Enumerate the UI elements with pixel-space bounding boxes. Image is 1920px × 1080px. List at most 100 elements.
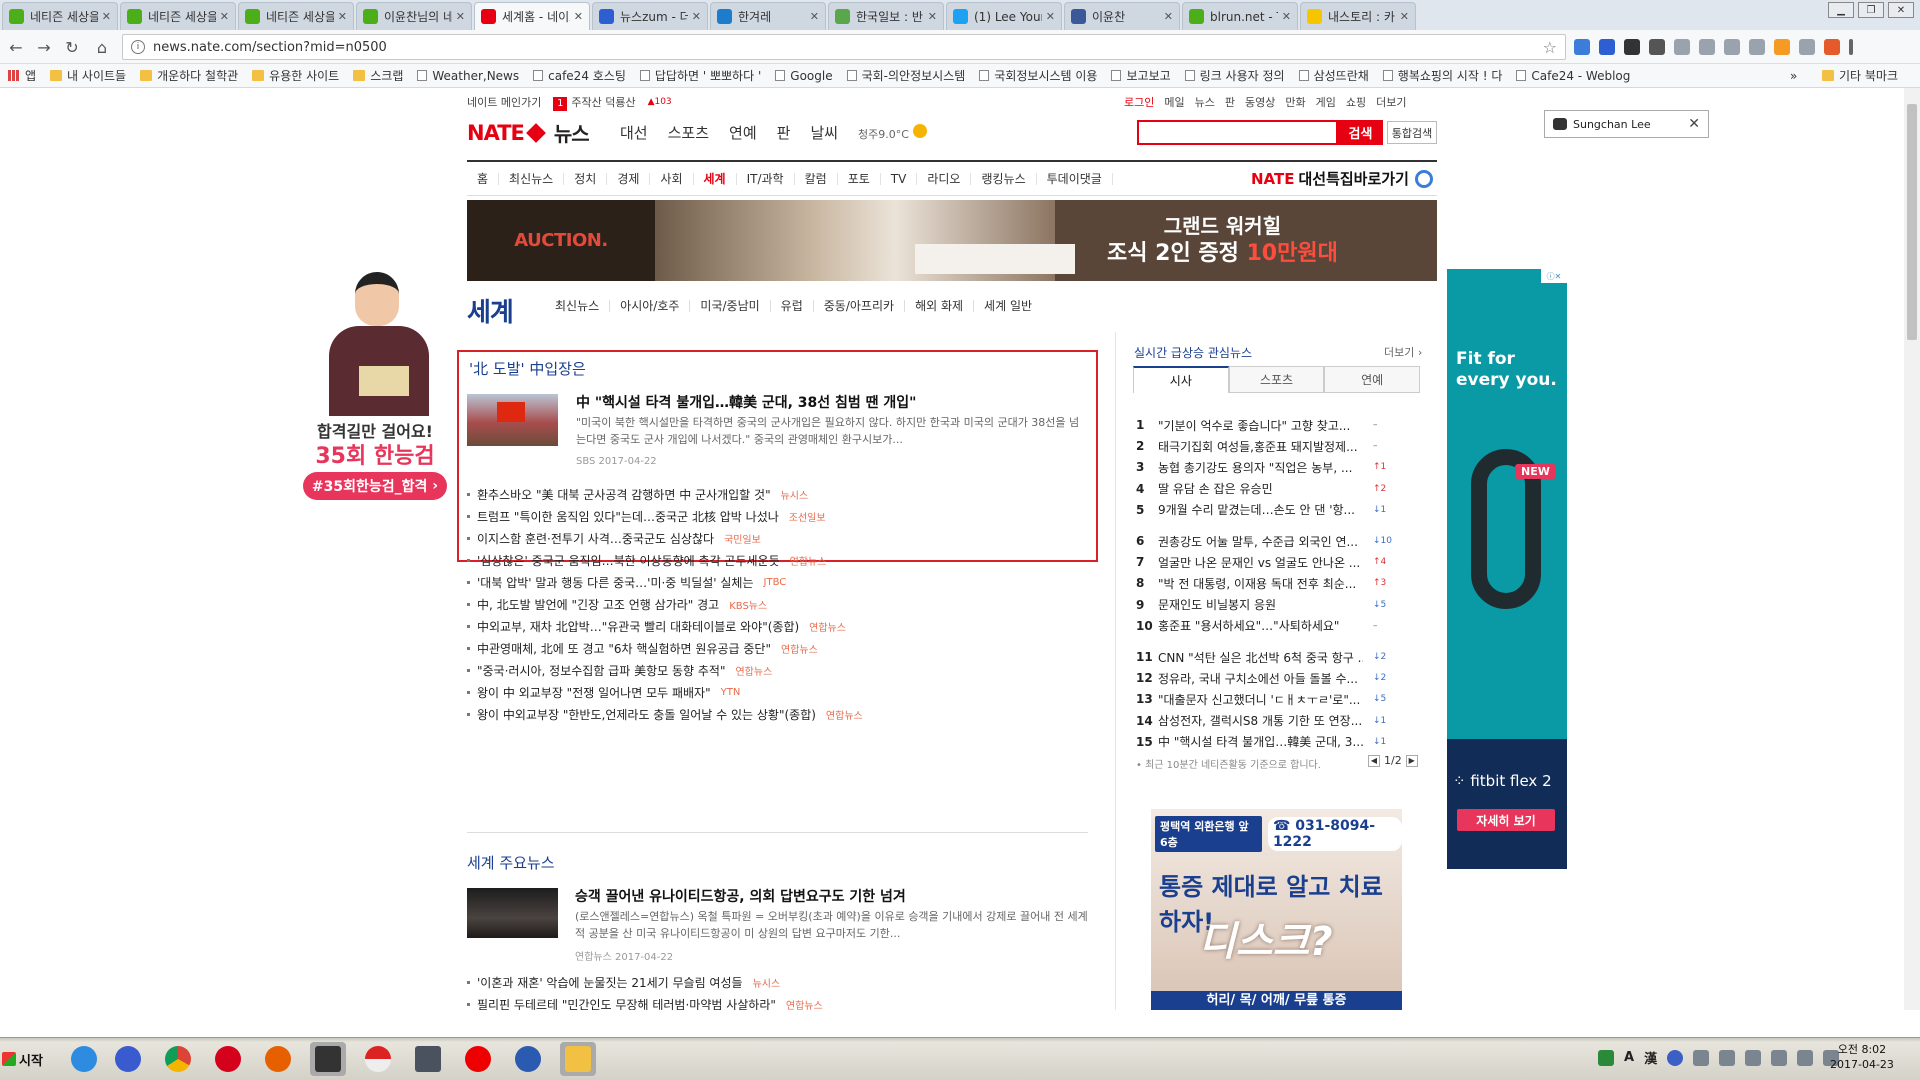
close-icon[interactable]: ✕	[1164, 10, 1173, 23]
mainnav-item[interactable]: TV	[881, 172, 918, 185]
mainnav-item[interactable]: 사회	[650, 172, 694, 185]
service-link[interactable]: 쇼핑	[1346, 94, 1366, 110]
realtime-item[interactable]: 5 9개월 수리 맡겼는데…손도 안 댄 '항... ↓1	[1136, 500, 1420, 520]
extension-icon[interactable]	[1699, 39, 1715, 55]
bookmark-item[interactable]: 국회정보시스템 이용	[979, 67, 1097, 84]
nate-news-logo[interactable]: NATE 뉴스	[467, 118, 590, 147]
mainnav-item[interactable]: 라디오	[917, 172, 972, 185]
rank-title[interactable]: "박 전 대통령, 이재용 독대 전후 최순...	[1158, 575, 1363, 592]
nate-main-link[interactable]: 네이트 메인가기	[467, 94, 541, 110]
browser-tab[interactable]: 네티즌 세상을 ✕	[2, 2, 118, 30]
subnav-item[interactable]: 중동/아프리카	[814, 300, 906, 312]
mainnav-item[interactable]: 홈	[467, 172, 500, 185]
realtime-item[interactable]: 13 "대출문자 신고했더니 'ㄷㅐㅊㅜㄹ'로"... ↓5	[1136, 689, 1420, 709]
browser-tab[interactable]: 네티즌 세상을 ✕	[238, 2, 354, 30]
rank-title[interactable]: 문재인도 비닐봉지 응원	[1158, 596, 1363, 613]
news-title[interactable]: 트럼프 "특이한 움직임 있다"는데…중국군 北核 압박 나섰나	[477, 508, 779, 525]
search-input[interactable]	[1137, 120, 1338, 145]
realtime-tab[interactable]: 스포츠	[1228, 366, 1325, 393]
bookmark-item[interactable]: 보고보고	[1111, 67, 1171, 84]
rank-title[interactable]: CNN "석탄 실은 北선박 6척 중국 항구 ...	[1158, 649, 1363, 666]
record-icon[interactable]	[460, 1042, 496, 1076]
weather-info[interactable]: 청주9.0°C	[858, 123, 927, 142]
news-item[interactable]: 트럼프 "특이한 움직임 있다"는데…중국군 北核 압박 나섰나 조선일보	[467, 506, 826, 526]
subnav-item[interactable]: 유럽	[771, 300, 814, 312]
rank-title[interactable]: 농협 총기강도 용의자 "직업은 농부, ...	[1158, 459, 1363, 476]
election-special-link[interactable]: NATE 대선특집바로가기	[1251, 168, 1433, 189]
news-item[interactable]: '이혼과 재혼' 악습에 눈물짓는 21세기 무슬림 여성들 뉴시스	[467, 972, 780, 992]
subnav-item[interactable]: 해외 화제	[905, 300, 975, 312]
close-icon[interactable]: ✕	[220, 10, 229, 23]
close-icon[interactable]: ✕	[1046, 10, 1055, 23]
login-link[interactable]: 로그인	[1124, 94, 1154, 110]
start-button[interactable]: 시작	[2, 1044, 50, 1074]
system-clock[interactable]: 오전 8:02 2017-04-23	[1830, 1042, 1894, 1072]
extension-icon[interactable]	[1624, 39, 1640, 55]
extension-icon[interactable]	[1749, 39, 1765, 55]
disk-icon[interactable]	[410, 1042, 446, 1076]
browser-tab[interactable]: 뉴스zum - 더 ✕	[592, 2, 708, 30]
realtime-item[interactable]: 11 CNN "석탄 실은 北선박 6척 중국 항구 ... ↓2	[1136, 647, 1420, 667]
mainnav-item[interactable]: 세계	[694, 172, 737, 185]
bookmark-item[interactable]: 국회-의안정보시스템	[846, 67, 965, 84]
news-title[interactable]: 이지스함 훈련·전투기 사격…중국군도 심상찮다	[477, 530, 714, 547]
rank-title[interactable]: 9개월 수리 맡겼는데…손도 안 댄 '항...	[1158, 501, 1363, 518]
extension-icon[interactable]	[1774, 39, 1790, 55]
bookmarks-more-icon[interactable]: »	[1790, 69, 1797, 83]
chrome-icon[interactable]	[160, 1042, 196, 1076]
network-icon[interactable]	[1797, 1049, 1814, 1066]
realtime-item[interactable]: 15 中 "핵시설 타격 불개입…韓美 군대, 3... ↓1	[1136, 732, 1420, 752]
pokeball-icon[interactable]	[360, 1042, 396, 1076]
close-icon[interactable]: ✕	[456, 10, 465, 23]
realtime-item[interactable]: 12 정유라, 국내 구치소에선 아들 돌볼 수... ↓2	[1136, 668, 1420, 688]
tray-icon[interactable]	[1745, 1049, 1762, 1066]
rank-title[interactable]: "기분이 억수로 좋습니다" 고향 찾고...	[1158, 417, 1363, 434]
realtime-item[interactable]: 2 태극기집회 여성들,홍준표 돼지발정제... –	[1136, 436, 1420, 456]
news-item[interactable]: 中외교부, 재차 北압박…"유관국 빨리 대화테이블로 와야"(종합) 연합뉴스	[467, 616, 846, 636]
section2-title[interactable]: 세계 주요뉴스	[467, 852, 555, 873]
rank-title[interactable]: "대출문자 신고했더니 'ㄷㅐㅊㅜㄹ'로"...	[1158, 691, 1363, 708]
realtime-item[interactable]: 14 삼성전자, 갤럭시S8 개통 기한 또 연장... ↓1	[1136, 711, 1420, 731]
info-icon[interactable]: i	[131, 40, 145, 54]
close-icon[interactable]: ✕	[1688, 116, 1700, 132]
featured2-headline[interactable]: 승객 끌어낸 유나이티드항공, 의회 답변요구도 기한 넘겨	[575, 886, 906, 906]
bookmark-item[interactable]: 답답하면 ' 뽀뽀하다 '	[639, 67, 761, 84]
bookmark-item[interactable]: cafe24 호스팅	[533, 67, 626, 84]
gnb-item[interactable]: 연예	[729, 122, 757, 143]
news-item[interactable]: '대북 압박' 말과 행동 다른 중국…'미·중 빅딜설' 실체는 JTBC	[467, 572, 786, 592]
scrollbar[interactable]	[1904, 88, 1920, 1010]
news-title[interactable]: "중국·러시아, 정보수집함 급파 美항모 동향 추적"	[477, 662, 725, 679]
bookmark-item[interactable]: 링크 사용자 정의	[1184, 67, 1285, 84]
gnb-item[interactable]: 스포츠	[668, 122, 709, 143]
news-title[interactable]: 왕이 中 외교부장 "전쟁 일어나면 모두 패배자"	[477, 684, 711, 701]
news-title[interactable]: 환추스바오 "美 대북 군사공격 감행하면 中 군사개입할 것"	[477, 486, 771, 503]
bookmark-item[interactable]: 내 사이트들	[50, 67, 126, 84]
news-item[interactable]: 필리핀 두테르테 "민간인도 무장해 테러범·마약범 사살하라" 연합뉴스	[467, 994, 823, 1010]
chat-head[interactable]: Sungchan Lee ✕	[1544, 110, 1709, 138]
news-item[interactable]: 이지스함 훈련·전투기 사격…중국군도 심상찮다 국민일보	[467, 528, 761, 548]
fitbit-ad[interactable]: ⓘ✕ Fit for every you. NEW ⁘ fitbit flex …	[1447, 269, 1567, 869]
close-icon[interactable]: ✕	[1400, 10, 1409, 23]
news-item[interactable]: 왕이 中외교부장 "한반도,언제라도 충돌 일어날 수 있는 상황"(종합) 연합…	[467, 704, 863, 724]
close-icon[interactable]: ✕	[574, 10, 583, 23]
news-title[interactable]: 中, 北도발 발언에 "긴장 고조 언행 삼가라" 경고	[477, 596, 719, 613]
rank-title[interactable]: 삼성전자, 갤럭시S8 개통 기한 또 연장...	[1158, 712, 1363, 729]
gnb-item[interactable]: 판	[777, 122, 791, 143]
browser-tab[interactable]: 세계홈 - 네이트 ✕	[474, 2, 590, 30]
realtime-item[interactable]: 3 농협 총기강도 용의자 "직업은 농부, ... ↑1	[1136, 457, 1420, 477]
bookmark-item[interactable]: 앱	[8, 67, 36, 84]
opera-icon[interactable]	[210, 1042, 246, 1076]
ad-choices-icon[interactable]: ⓘ✕	[1541, 269, 1567, 283]
browser-tab[interactable]: 이윤찬 ✕	[1064, 2, 1180, 30]
realtime-item[interactable]: 10 홍준표 "용서하세요"…"사퇴하세요" –	[1136, 616, 1420, 636]
integrated-search-button[interactable]: 통합검색	[1387, 121, 1437, 144]
featured-thumbnail[interactable]	[467, 394, 558, 446]
extension-icon[interactable]	[1824, 39, 1840, 55]
featured-headline[interactable]: 中 "핵시설 타격 불개입…韓美 군대, 38선 침범 땐 개입"	[576, 392, 916, 412]
side-ad-tag-button[interactable]: #35회한능검_합격 ›	[303, 472, 447, 500]
realtime-item[interactable]: 7 얼굴만 나온 문재인 vs 얼굴도 안나온 ... ↑4	[1136, 552, 1420, 572]
rank-title[interactable]: 정유라, 국내 구치소에선 아들 돌볼 수...	[1158, 670, 1363, 687]
home-icon[interactable]: ⌂	[92, 37, 112, 57]
realtime-tab[interactable]: 연예	[1324, 366, 1421, 393]
close-icon[interactable]: ✕	[338, 10, 347, 23]
